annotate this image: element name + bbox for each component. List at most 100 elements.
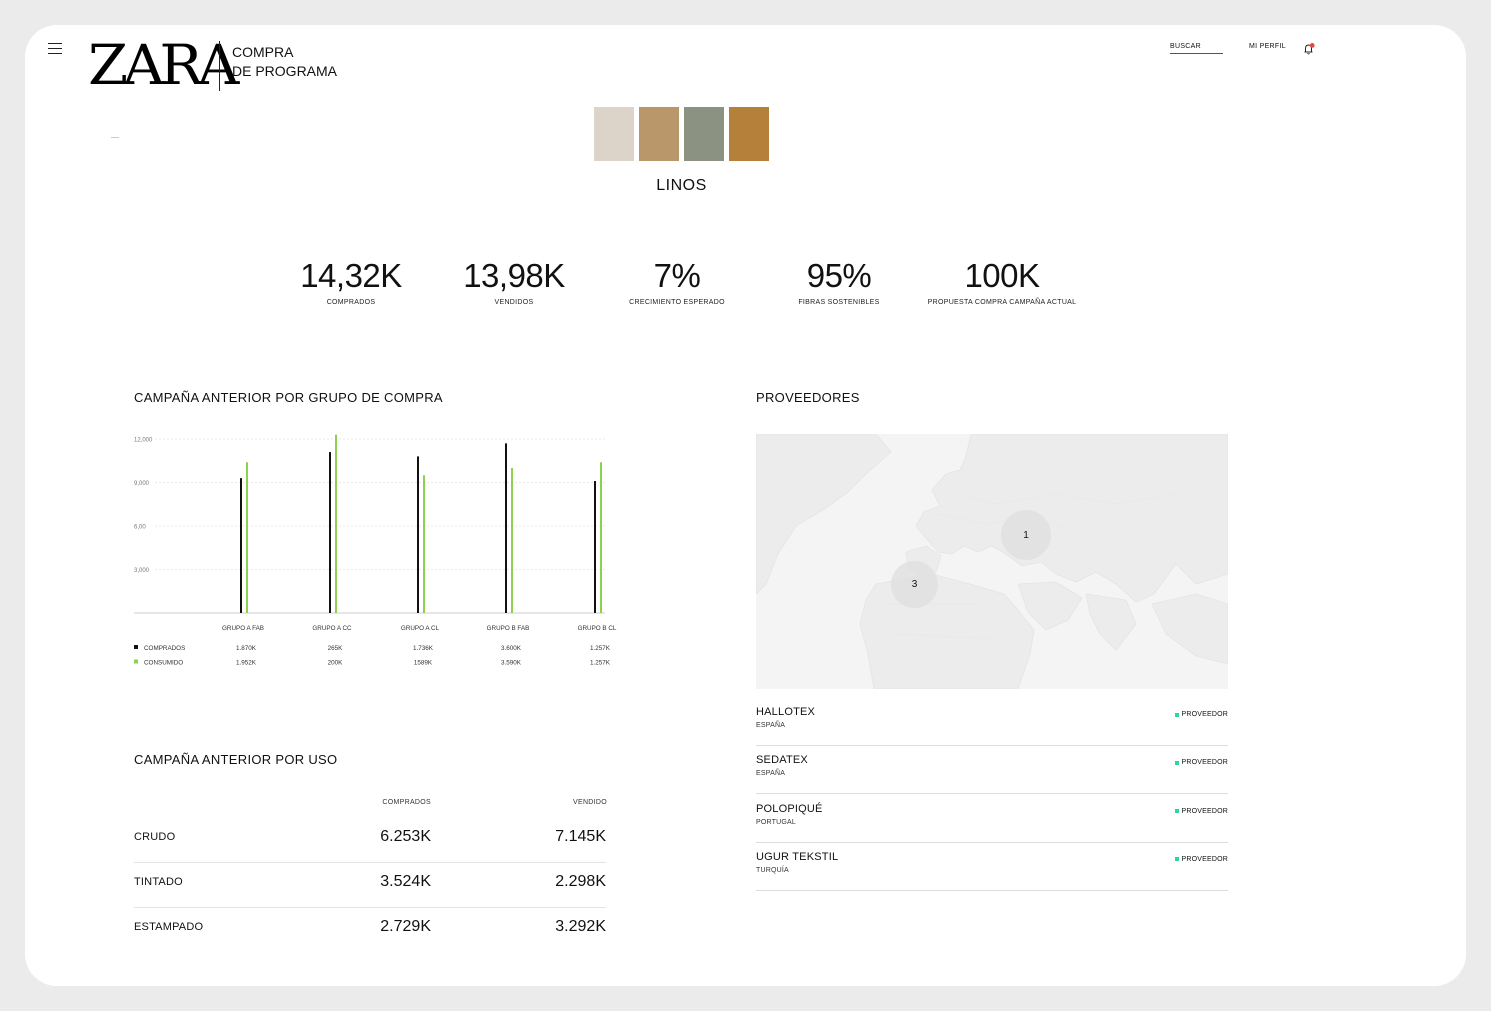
chart-y-tick-label: 9,000 — [134, 481, 150, 487]
uso-section-title: CAMPAÑA ANTERIOR POR USO — [134, 752, 338, 767]
supplier-tag: PROVEEDOR — [1175, 759, 1228, 766]
supplier-tag: PROVEEDOR — [1175, 808, 1228, 815]
chart-bar — [600, 462, 602, 613]
chart-table-value: 3.600K — [501, 645, 522, 652]
uso-row-label: TINTADO — [134, 876, 183, 888]
supplier-item[interactable]: HALLOTEX ESPAÑA PROVEEDOR — [756, 698, 1228, 746]
zara-logo: ZARA — [88, 33, 239, 97]
supplier-item[interactable]: SEDATEX ESPAÑA PROVEEDOR — [756, 746, 1228, 795]
chart-table-value: 1.952K — [236, 660, 257, 667]
kpi-card: 100K PROPUESTA COMPRA CAMPAÑA ACTUAL — [912, 257, 1092, 307]
chart-legend-label: COMPRADOS — [144, 645, 185, 652]
chart-bar — [329, 452, 331, 613]
profile-link[interactable]: MI PERFIL — [1249, 43, 1286, 50]
uso-comprados-value: 3.524K — [380, 873, 431, 890]
uso-row-label: ESTAMPADO — [134, 921, 204, 933]
supplier-status-dot — [1175, 809, 1180, 814]
uso-vendido-value: 7.145K — [555, 828, 606, 845]
providers-section-title: PROVEEDORES — [756, 390, 860, 405]
chart-x-tick-label: GRUPO B CL — [578, 625, 617, 632]
suppliers-map[interactable]: 1 3 — [756, 434, 1228, 689]
chart-bar — [423, 475, 425, 613]
supplier-country: PORTUGAL — [756, 818, 796, 826]
chart-bar — [417, 456, 419, 613]
chart-y-tick-label: 3,000 — [134, 568, 150, 574]
kpi-card: 95% FIBRAS SOSTENIBLES — [749, 257, 929, 307]
supplier-name: SEDATEX — [756, 754, 808, 767]
uso-header-comprados: COMPRADOS — [382, 799, 431, 806]
table-row: TINTADO 3.524K 2.298K — [134, 863, 606, 908]
device-frame: ZARA COMPRA DE PROGRAMA BUSCAR MI PERFIL… — [0, 0, 1491, 1011]
chart-bar — [335, 434, 337, 613]
supplier-item[interactable]: UGUR TEKSTIL TURQUÍA PROVEEDOR — [756, 843, 1228, 891]
chart-table-value: 3.590K — [501, 660, 522, 667]
supplier-tag-label: PROVEEDOR — [1181, 855, 1228, 863]
supplier-status-dot — [1175, 760, 1180, 765]
map-marker-cluster[interactable]: 1 — [1001, 510, 1051, 560]
category-title: LINOS — [656, 177, 707, 194]
hamburger-menu-icon[interactable] — [48, 43, 62, 55]
supplier-country: TURQUÍA — [756, 866, 789, 874]
supplier-status-dot — [1175, 712, 1180, 717]
kpi-value: 7% — [653, 257, 701, 294]
chart-legend-label: CONSUMIDO — [144, 660, 183, 667]
fabric-swatches — [594, 107, 769, 161]
app-screen: ZARA COMPRA DE PROGRAMA BUSCAR MI PERFIL… — [25, 25, 1466, 986]
chart-table-value: 1.870K — [236, 645, 257, 652]
chart-x-tick-label: GRUPO A FAB — [222, 625, 264, 632]
kpi-label: FIBRAS SOSTENIBLES — [798, 299, 880, 306]
app-title-line2: DE PROGRAMA — [232, 63, 338, 79]
uso-header-vendido: VENDIDO — [573, 799, 607, 806]
uso-comprados-value: 2.729K — [380, 918, 431, 935]
chart-x-tick-label: GRUPO A CL — [401, 625, 440, 632]
logo-divider — [219, 41, 220, 91]
search-input[interactable]: BUSCAR — [1170, 43, 1223, 54]
kpi-label: CRECIMIENTO ESPERADO — [629, 299, 725, 306]
notification-bell-icon[interactable] — [1302, 42, 1316, 56]
map-marker-cluster[interactable]: 3 — [891, 561, 938, 608]
purchase-group-chart: 12,000 9,000 6,00 3,000 GRUPO A FAB 1.870K 1.9… — [134, 434, 617, 667]
world-map-shape — [756, 434, 1228, 689]
kpi-card: 13,98K VENDIDOS — [424, 257, 604, 307]
chart-table-value: 1589K — [414, 660, 433, 667]
fabric-swatch[interactable] — [729, 107, 769, 161]
supplier-tag: PROVEEDOR — [1175, 856, 1228, 863]
supplier-item[interactable]: POLOPIQUÉ PORTUGAL PROVEEDOR — [756, 795, 1228, 843]
supplier-name: UGUR TEKSTIL — [756, 850, 839, 863]
decorative-dash — [111, 137, 119, 138]
chart-legend-swatch — [134, 659, 138, 664]
chart-table-value: 200K — [328, 660, 344, 667]
app-title-line1: COMPRA — [232, 44, 294, 60]
kpi-label: COMPRADOS — [326, 299, 376, 306]
chart-section-title: CAMPAÑA ANTERIOR POR GRUPO DE COMPRA — [134, 390, 443, 405]
kpi-card: 14,32K COMPRADOS — [261, 258, 441, 307]
fabric-swatch[interactable] — [684, 107, 724, 161]
fabric-swatch[interactable] — [594, 107, 634, 161]
chart-legend-swatch — [134, 645, 138, 649]
table-row: CRUDO 6.253K 7.145K — [134, 818, 606, 863]
chart-bar — [594, 481, 596, 613]
kpi-label: VENDIDOS — [494, 299, 534, 306]
kpi-label: PROPUESTA COMPRA CAMPAÑA ACTUAL — [927, 299, 1077, 306]
supplier-name: POLOPIQUÉ — [756, 802, 823, 815]
uso-vendido-value: 2.298K — [555, 873, 606, 890]
supplier-tag-label: PROVEEDOR — [1181, 807, 1228, 815]
chart-x-tick-label: GRUPO A CC — [312, 625, 352, 632]
chart-table-value: 1.257K — [590, 645, 611, 652]
chart-y-tick-label: 6,00 — [134, 525, 146, 531]
uso-vendido-value: 3.292K — [555, 918, 606, 935]
kpi-value: 95% — [806, 257, 872, 294]
chart-bar — [505, 443, 507, 613]
table-row: ESTAMPADO 2.729K 3.292K — [134, 908, 606, 953]
chart-bar — [240, 478, 242, 613]
uso-comprados-value: 6.253K — [380, 828, 431, 845]
supplier-country: ESPAÑA — [756, 722, 786, 729]
supplier-tag-label: PROVEEDOR — [1181, 711, 1228, 718]
kpi-value: 13,98K — [463, 257, 565, 294]
fabric-swatch[interactable] — [639, 107, 679, 161]
app-title: COMPRA DE PROGRAMA — [232, 43, 337, 81]
supplier-tag-label: PROVEEDOR — [1181, 759, 1228, 767]
supplier-country: ESPAÑA — [756, 770, 786, 778]
chart-bar — [246, 462, 248, 613]
kpi-value: 100K — [964, 257, 1040, 294]
